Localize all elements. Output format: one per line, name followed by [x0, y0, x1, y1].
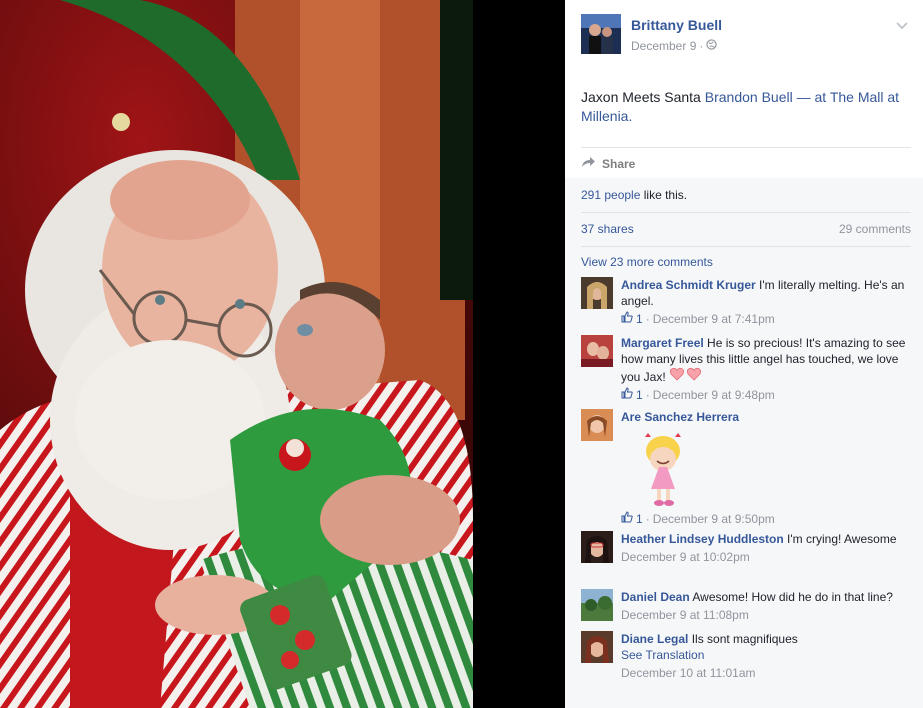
globe-icon[interactable] [706, 39, 718, 53]
post-photo[interactable] [0, 0, 473, 708]
meta-separator: · [645, 388, 650, 402]
commenter-name[interactable]: Margaret Freel [621, 336, 704, 350]
comment-text: Ils sont magnifiques [691, 632, 798, 646]
commenter-name[interactable]: Heather Lindsey Huddleston [621, 532, 784, 546]
comment-time[interactable]: December 10 at 11:01am [621, 665, 756, 681]
sally-sticker-image[interactable] [635, 431, 691, 507]
comment-body: Andrea Schmidt Kruger I'm literally melt… [621, 277, 911, 327]
comment-body: Are Sanchez Herrera 1 · December 9 at 9:… [621, 409, 911, 527]
post-text: Jaxon Meets Santa Brandon Buell — at The… [581, 88, 911, 126]
comment-body: Heather Lindsey Huddleston I'm crying! A… [621, 531, 911, 565]
comment-meta: December 10 at 11:01am [621, 665, 911, 681]
comment-time[interactable]: December 9 at 9:48pm [653, 387, 775, 403]
view-more-comments-link[interactable]: View 23 more comments [581, 255, 713, 269]
thumbs-up-icon[interactable] [621, 387, 633, 403]
divider [581, 246, 911, 247]
post-detail-panel: Brittany Buell December 9 · Jaxon Meets … [565, 0, 923, 708]
comment-time[interactable]: December 9 at 7:41pm [653, 311, 775, 327]
commenter-avatar[interactable] [581, 589, 613, 621]
santa-photo-illustration [0, 0, 473, 708]
meta-separator: · [645, 512, 650, 526]
comment-text: I'm crying! Awesome [787, 532, 897, 546]
post-header: Brittany Buell December 9 · [581, 14, 911, 58]
feedback-section: 291 people like this. 37 shares 29 comme… [565, 178, 923, 708]
commenter-name[interactable]: Daniel Dean [621, 590, 690, 604]
post-date[interactable]: December 9 [631, 39, 696, 53]
comment-meta: 1 · December 9 at 9:50pm [621, 511, 911, 527]
share-label: Share [602, 156, 636, 171]
comment-time[interactable]: December 9 at 11:08pm [621, 607, 749, 623]
comment-body: Daniel Dean Awesome! How did he do in th… [621, 589, 911, 623]
thumbs-up-icon[interactable] [621, 511, 633, 527]
tagged-person-link[interactable]: Brandon Buell [705, 89, 793, 105]
at-connector: — at [796, 89, 827, 105]
commenter-name[interactable]: Diane Legal [621, 632, 688, 646]
comment-meta: 1 · December 9 at 9:48pm [621, 387, 911, 403]
share-button[interactable]: Share [581, 147, 911, 179]
comment-body: Diane Legal Ils sont magnifiques See Tra… [621, 631, 911, 681]
shares-count-link[interactable]: 37 shares [581, 222, 634, 236]
see-translation-link[interactable]: See Translation [621, 648, 704, 662]
commenter-avatar[interactable] [581, 335, 613, 367]
comment-like-count[interactable]: 1 [636, 387, 643, 403]
comment-time[interactable]: December 9 at 10:02pm [621, 549, 750, 565]
meta-separator: · [645, 312, 650, 326]
share-arrow-icon [581, 156, 596, 171]
divider [581, 212, 911, 213]
comment-meta: December 9 at 11:08pm [621, 607, 911, 623]
hearts-emoji [669, 367, 703, 384]
comment-text: Awesome! How did he do in that line? [692, 590, 893, 604]
comment-body: Margaret Freel He is so precious! It's a… [621, 335, 911, 403]
commenter-name[interactable]: Are Sanchez Herrera [621, 410, 739, 424]
author-avatar[interactable] [581, 14, 621, 54]
photo-letterbox [473, 0, 565, 708]
comment-like-count[interactable]: 1 [636, 311, 643, 327]
likes-summary: 291 people like this. [581, 188, 687, 202]
date-separator: · [699, 39, 704, 53]
commenter-avatar[interactable] [581, 531, 613, 563]
chevron-down-icon[interactable] [895, 18, 909, 32]
likes-suffix: like this. [643, 188, 688, 202]
comment-time[interactable]: December 9 at 9:50pm [653, 511, 775, 527]
commenter-avatar[interactable] [581, 277, 613, 309]
comment-meta: December 9 at 10:02pm [621, 549, 911, 565]
comment-meta: 1 · December 9 at 7:41pm [621, 311, 911, 327]
comment-like-count[interactable]: 1 [636, 511, 643, 527]
comments-count[interactable]: 29 comments [839, 222, 911, 236]
commenter-avatar[interactable] [581, 631, 613, 663]
thumbs-up-icon[interactable] [621, 311, 633, 327]
shares-comments-row: 37 shares 29 comments [581, 222, 911, 236]
post-timestamp-row: December 9 · [631, 39, 718, 53]
likes-count-link[interactable]: 291 people [581, 188, 640, 202]
post-message: Jaxon Meets Santa [581, 89, 701, 105]
commenter-name[interactable]: Andrea Schmidt Kruger [621, 278, 756, 292]
author-name[interactable]: Brittany Buell [631, 17, 722, 33]
commenter-avatar[interactable] [581, 409, 613, 441]
